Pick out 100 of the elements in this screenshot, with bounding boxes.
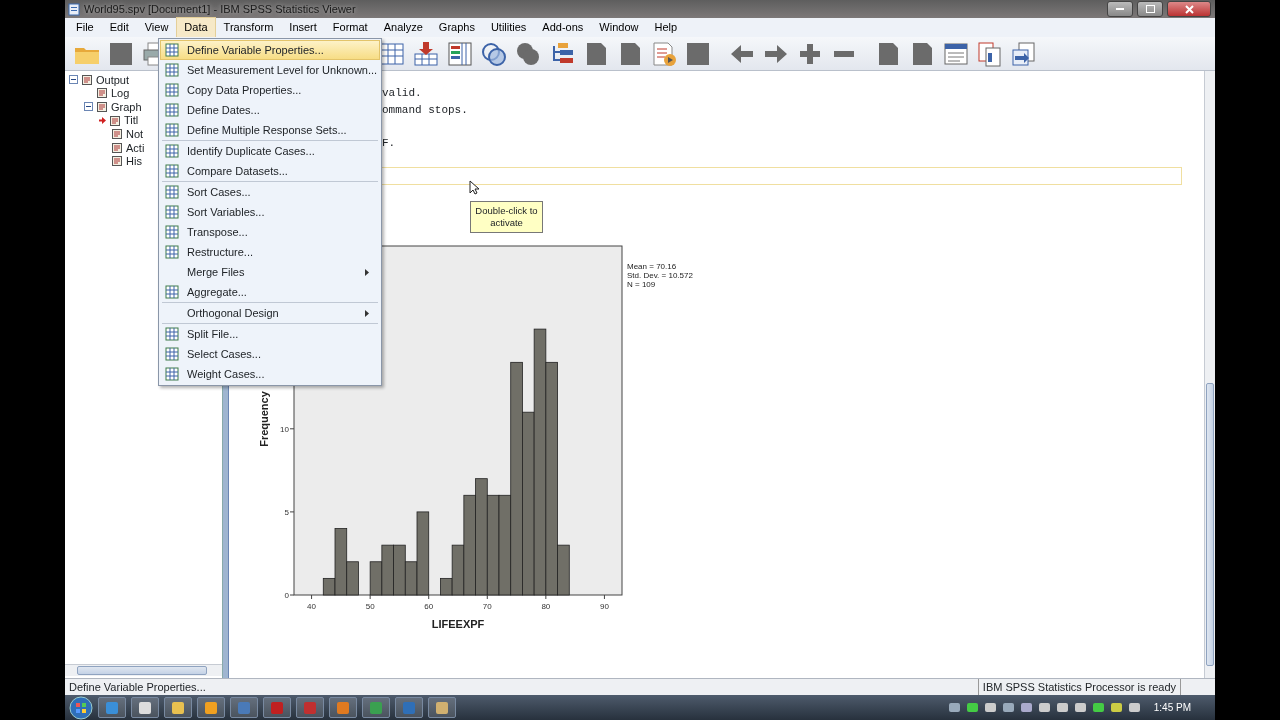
tray-icon[interactable] xyxy=(1055,701,1069,714)
menu-item[interactable]: Orthogonal Design xyxy=(160,303,380,323)
document-icon[interactable] xyxy=(650,39,678,68)
import-icon[interactable] xyxy=(412,39,440,68)
taskbar-app-button[interactable] xyxy=(329,697,357,718)
menu-item[interactable]: Format xyxy=(324,17,376,38)
close-button[interactable] xyxy=(1167,1,1211,17)
menu-item[interactable]: Help xyxy=(646,17,686,38)
axis-tick-label: 60 xyxy=(424,602,434,611)
document-icon xyxy=(111,155,123,168)
menu-item[interactable]: Aggregate... xyxy=(160,282,380,302)
app-icon xyxy=(402,700,416,715)
document-icon xyxy=(81,73,93,86)
menu-item[interactable]: Weight Cases... xyxy=(160,364,380,384)
menu-item[interactable]: Transform xyxy=(215,17,282,38)
menu-item[interactable]: Transpose... xyxy=(160,222,380,242)
tooltip: Double-click to activate xyxy=(470,201,543,233)
menu-item[interactable]: Add-ons xyxy=(534,17,592,38)
table-icon xyxy=(165,185,179,199)
tray-icon[interactable] xyxy=(1091,701,1105,714)
document-icon xyxy=(96,87,108,100)
axis-tick-label: 50 xyxy=(365,602,375,611)
statistics-label: N = 109 xyxy=(627,280,656,289)
menu-item[interactable]: Restructure... xyxy=(160,242,380,262)
tree-item[interactable]: His xyxy=(126,153,142,170)
app-icon xyxy=(303,700,317,715)
menu-item[interactable]: Set Measurement Level for Unknown... xyxy=(160,60,380,80)
table-icon xyxy=(165,327,179,341)
menu-item[interactable]: Window xyxy=(591,17,647,38)
menu-item[interactable]: Sort Cases... xyxy=(160,182,380,202)
tray-icon[interactable] xyxy=(947,701,961,714)
documents-icon[interactable] xyxy=(976,39,1004,68)
axis-tick-label: 40 xyxy=(307,602,316,611)
minimize-button[interactable] xyxy=(1107,1,1133,17)
taskbar-app-button[interactable] xyxy=(197,697,225,718)
output-text: valid. xyxy=(382,86,423,101)
app-icon xyxy=(435,700,449,715)
menu-item[interactable]: Copy Data Properties... xyxy=(160,80,380,100)
menu-item[interactable]: Define Dates... xyxy=(160,100,380,120)
document-icon xyxy=(111,128,123,141)
submenu-arrow-icon xyxy=(365,268,369,276)
menu-item[interactable]: Define Multiple Response Sets... xyxy=(160,120,380,140)
taskbar-app-button[interactable] xyxy=(428,697,456,718)
menu-item[interactable]: File xyxy=(68,17,102,38)
app-icon xyxy=(138,700,152,715)
menu-item[interactable]: Sort Variables... xyxy=(160,202,380,222)
app-icon xyxy=(204,700,218,715)
menu-item[interactable]: Merge Files xyxy=(160,262,380,282)
table-icon xyxy=(165,103,179,117)
menu-item[interactable]: Graphs xyxy=(430,17,483,38)
menu-item[interactable]: Compare Datasets... xyxy=(160,161,380,181)
app-icon xyxy=(105,700,119,715)
menu-item[interactable]: Select Cases... xyxy=(160,344,380,364)
table-icon xyxy=(165,164,179,178)
tray-icon[interactable] xyxy=(1001,701,1015,714)
collapse-toggle[interactable] xyxy=(84,102,93,112)
table-icon xyxy=(165,83,179,97)
document-icon xyxy=(109,114,121,127)
statistics-label: Std. Dev. = 10.572 xyxy=(627,271,693,280)
table-icon xyxy=(165,367,179,381)
menu-item[interactable]: Identify Duplicate Cases... xyxy=(160,141,380,161)
table-icon[interactable] xyxy=(446,39,474,68)
collapse-toggle[interactable] xyxy=(69,75,78,85)
menu-item[interactable]: Split File... xyxy=(160,324,380,344)
tray-icon[interactable] xyxy=(965,701,979,714)
tray-icon[interactable] xyxy=(1037,701,1051,714)
menu-item[interactable]: Insert xyxy=(281,17,325,38)
tray-icon[interactable] xyxy=(1109,701,1123,714)
table-icon xyxy=(165,123,179,137)
documents-icon[interactable] xyxy=(1010,39,1038,68)
axis-tick-label: 10 xyxy=(280,424,289,434)
tray-icon[interactable] xyxy=(1127,701,1141,714)
tray-icon[interactable] xyxy=(983,701,997,714)
axis-title: LIFEEXPF xyxy=(431,618,485,630)
table-icon xyxy=(165,347,179,361)
menu-item[interactable]: Analyze xyxy=(375,17,431,38)
table-icon xyxy=(165,63,179,77)
start-button[interactable] xyxy=(69,695,93,720)
axis-tick-label: 80 xyxy=(541,602,551,611)
menu-item[interactable]: Edit xyxy=(101,17,137,38)
taskbar-app-button[interactable] xyxy=(131,697,159,718)
menu-item[interactable]: View xyxy=(136,17,177,38)
vertical-scrollbar[interactable] xyxy=(1204,71,1215,678)
menu-item[interactable]: Define Variable Properties... xyxy=(160,40,380,60)
document-icon xyxy=(96,101,108,113)
menu-item[interactable]: Data xyxy=(176,17,216,38)
tray-icon[interactable] xyxy=(1019,701,1033,714)
clock[interactable]: 1:45 PM xyxy=(1153,700,1191,715)
app-icon xyxy=(336,700,350,715)
horizontal-scrollbar[interactable] xyxy=(65,664,222,676)
table-icon xyxy=(165,205,179,219)
tray-icon[interactable] xyxy=(1073,701,1087,714)
table-icon xyxy=(165,144,179,158)
axis-tick-label: 70 xyxy=(482,602,492,611)
scrollbar-thumb[interactable] xyxy=(1206,383,1214,666)
scrollbar-thumb[interactable] xyxy=(77,666,207,675)
document-icon xyxy=(111,141,123,154)
maximize-button[interactable] xyxy=(1137,1,1163,17)
taskbar-app-button[interactable] xyxy=(164,697,192,718)
menu-item[interactable]: Utilities xyxy=(482,17,535,38)
